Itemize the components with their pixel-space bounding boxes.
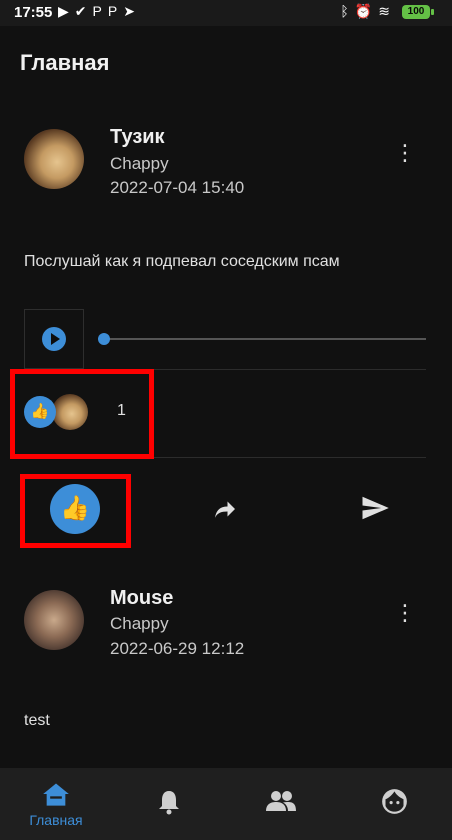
highlight-box-like-button	[20, 474, 131, 548]
nav-item-notifications[interactable]	[124, 768, 214, 840]
audio-player	[24, 309, 84, 369]
post-group-name: Chappy	[110, 614, 169, 633]
more-options-icon[interactable]: ⋮	[394, 600, 416, 626]
post-date: 2022-06-29 12:12	[110, 639, 245, 658]
battery-icon: 100	[402, 5, 430, 19]
play-icon: ▶	[58, 3, 75, 19]
alarm-icon: ⏰	[354, 3, 379, 19]
nav-item-home[interactable]: Главная	[11, 768, 101, 840]
send-icon[interactable]	[360, 493, 390, 523]
post-author-name[interactable]: Mouse	[110, 587, 173, 610]
post-text: test	[24, 712, 50, 729]
battery-tip	[431, 9, 434, 15]
check-circle-icon: ✔	[74, 3, 93, 19]
author-avatar[interactable]	[24, 590, 84, 650]
face-icon	[382, 789, 407, 814]
post-text: Послушай как я подпевал соседским псам	[24, 253, 340, 270]
liker-avatar[interactable]	[52, 394, 88, 430]
more-options-icon[interactable]: ⋮	[394, 140, 416, 166]
share-icon[interactable]	[210, 494, 240, 524]
post-date: 2022-07-04 15:40	[110, 178, 245, 197]
nav-label-home: Главная	[29, 812, 83, 828]
home-icon	[43, 783, 69, 806]
status-time: 17:55	[14, 4, 53, 21]
wifi-icon: ≋	[378, 3, 396, 19]
audio-seek-track[interactable]	[100, 338, 426, 340]
nav-item-people[interactable]	[236, 768, 326, 840]
notification-icons: ▶✔PP➤	[58, 3, 141, 20]
audio-seek-thumb[interactable]	[98, 333, 110, 345]
post-group-name: Chappy	[110, 154, 169, 173]
nav-item-profile[interactable]	[349, 768, 439, 840]
status-bar: 17:55 ▶✔PP➤ ᛒ⏰≋ 100	[0, 0, 452, 26]
telegram-icon: ➤	[123, 3, 141, 19]
system-icons: ᛒ⏰≋	[340, 3, 396, 20]
page-title: Главная	[20, 50, 110, 75]
play-icon[interactable]	[42, 327, 66, 351]
bell-icon	[159, 791, 179, 815]
p-icon: P	[107, 3, 124, 19]
post-author-name[interactable]: Тузик	[110, 126, 165, 149]
people-icon	[266, 791, 296, 811]
author-avatar[interactable]	[24, 129, 84, 189]
p-icon: P	[92, 3, 108, 19]
bluetooth-icon: ᛒ	[340, 3, 355, 19]
like-reaction-icon: 👍	[24, 396, 56, 428]
bottom-navigation: Главная	[0, 768, 452, 840]
